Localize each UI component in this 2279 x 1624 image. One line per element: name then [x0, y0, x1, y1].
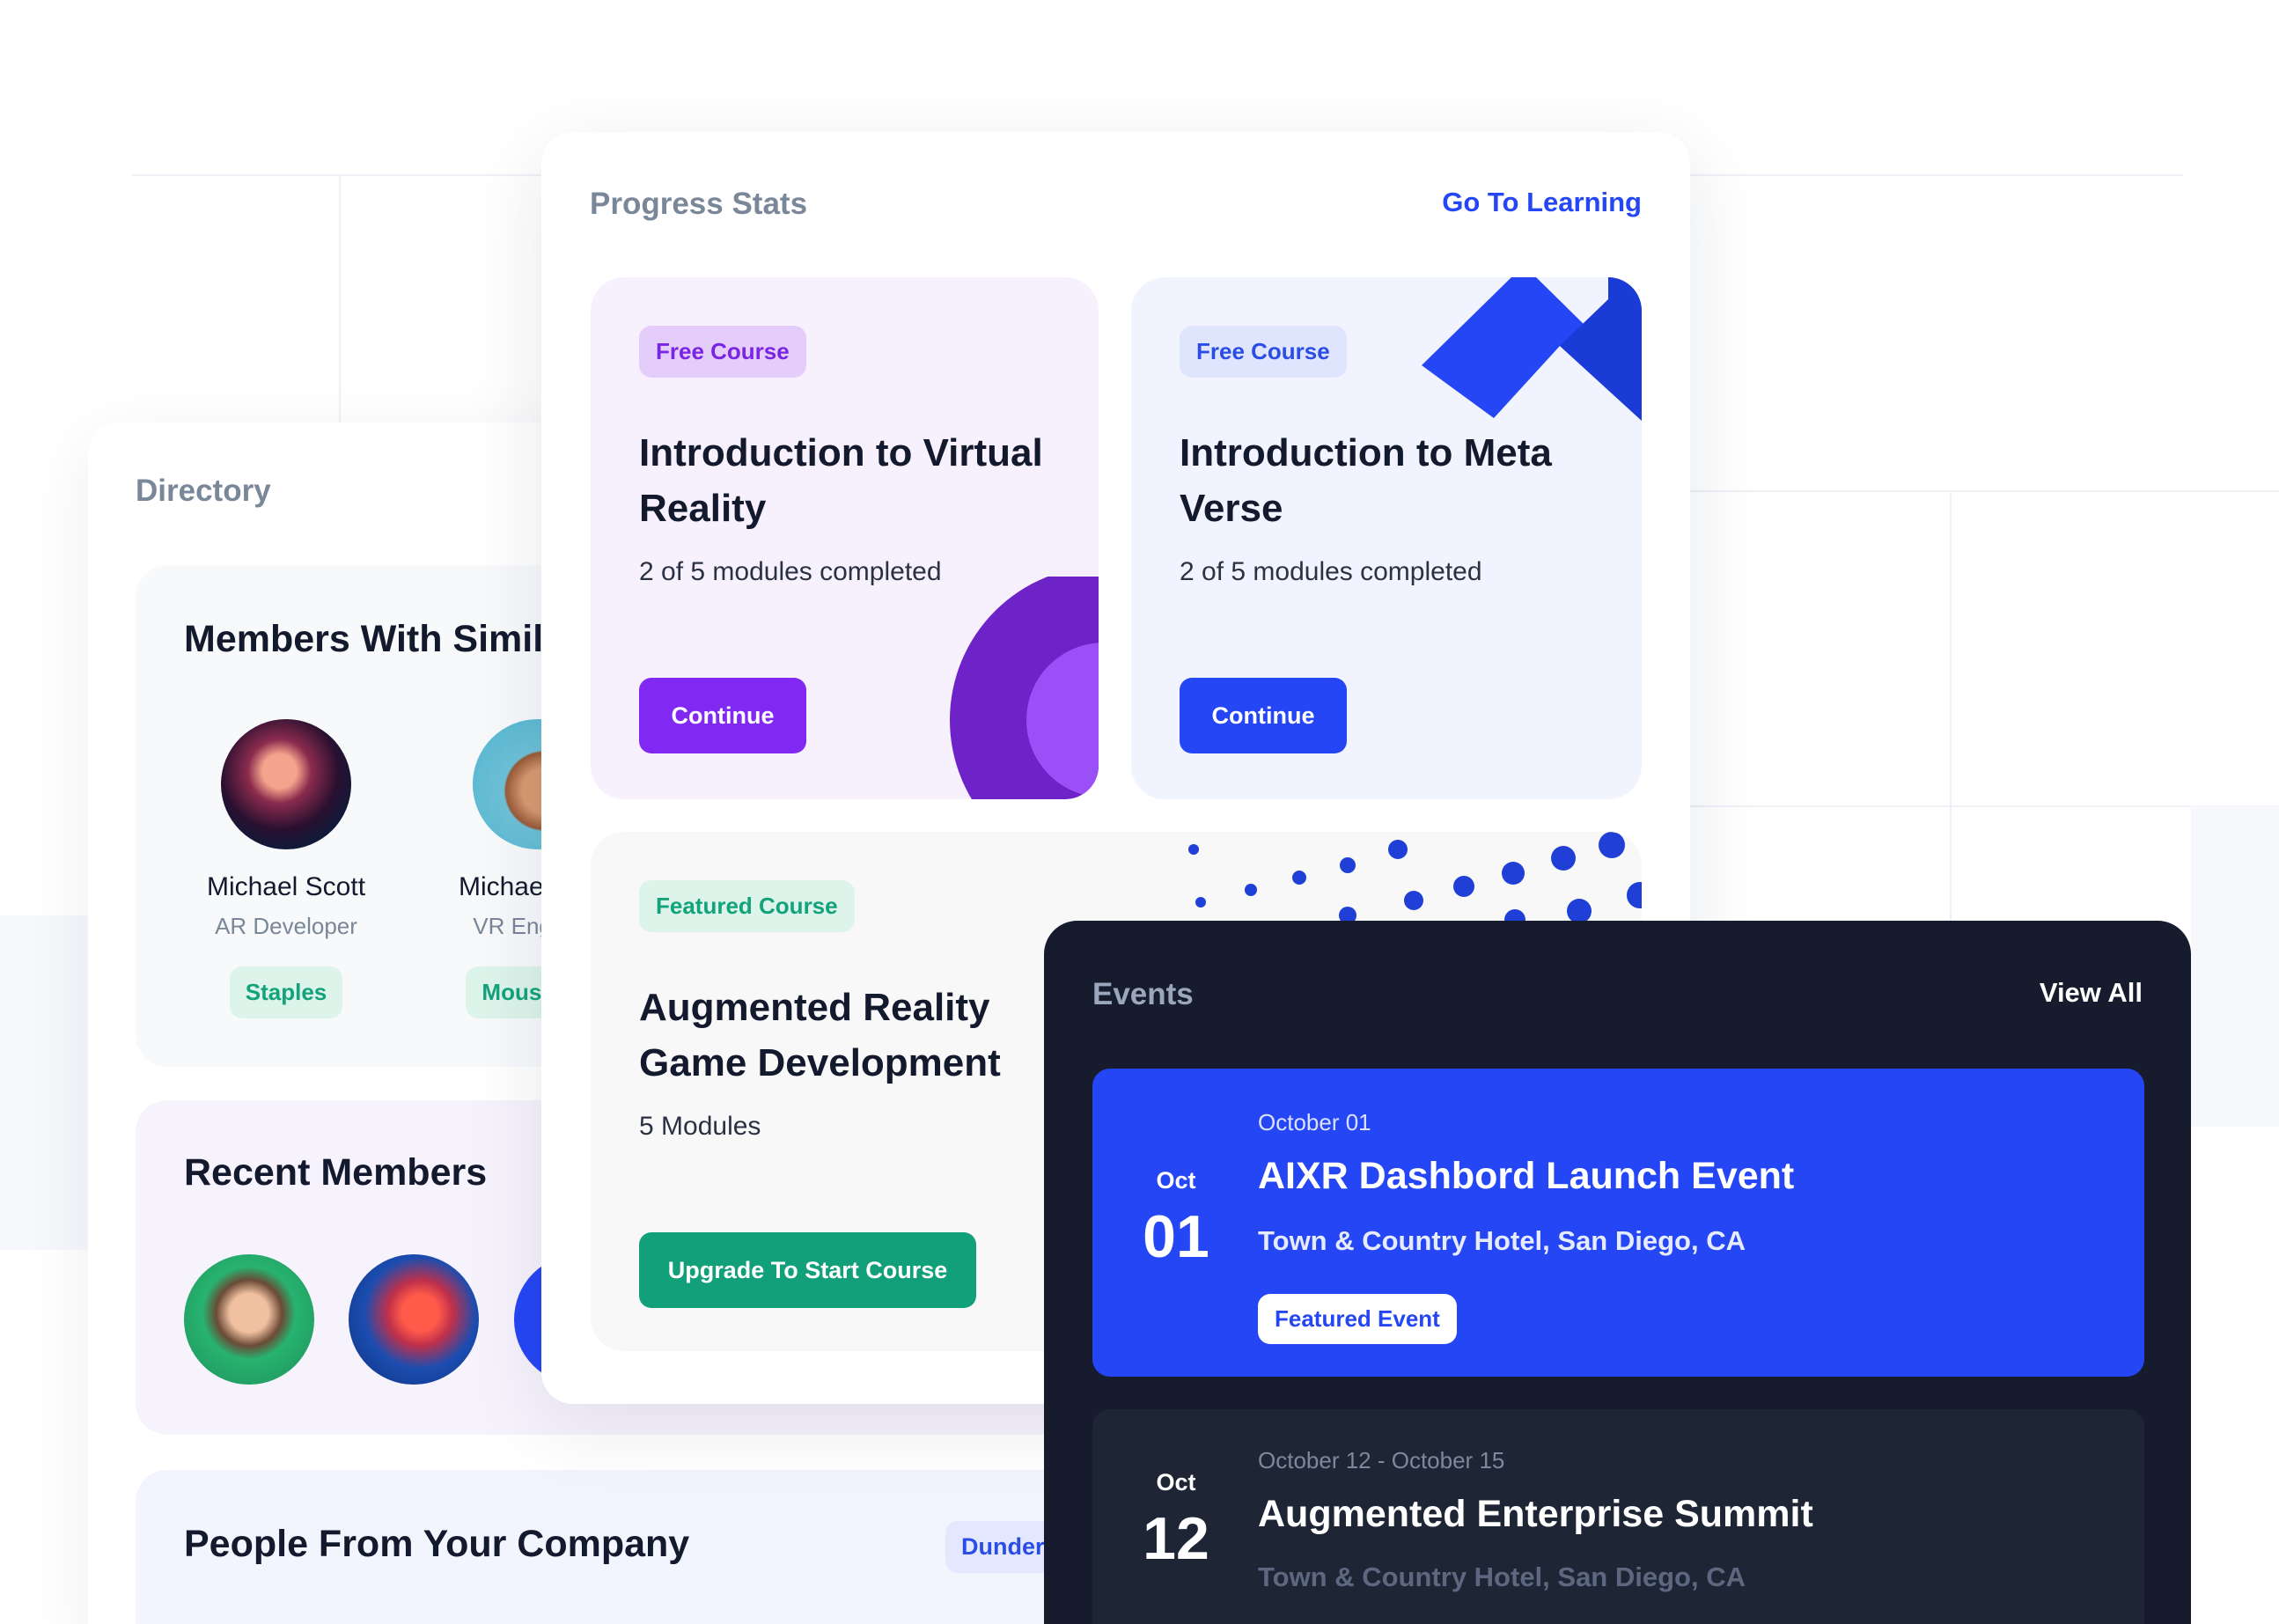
- view-all-link[interactable]: View All: [2040, 977, 2143, 1009]
- events-panel: Events View All Oct 01 October 01 AIXR D…: [1044, 921, 2191, 1624]
- course-progress: 2 of 5 modules completed: [1180, 557, 1482, 586]
- event-location: Town & Country Hotel, San Diego, CA: [1258, 1562, 1746, 1592]
- people-company-heading: People From Your Company: [184, 1523, 690, 1565]
- event-name[interactable]: AIXR Dashbord Launch Event: [1258, 1155, 1794, 1198]
- course-card: Free Course Introduction to Meta Verse 2…: [1131, 277, 1642, 799]
- progress-title: Progress Stats: [590, 187, 808, 221]
- course-tag: Free Course: [639, 326, 806, 378]
- background-grid-line: [1690, 490, 2279, 492]
- course-title: Introduction to Virtual Reality: [639, 431, 1043, 530]
- event-card[interactable]: Oct 01 October 01 AIXR Dashbord Launch E…: [1092, 1069, 2144, 1377]
- background-band: [2191, 805, 2279, 1127]
- events-title: Events: [1092, 977, 1194, 1011]
- course-card: Free Course Introduction to Virtual Real…: [591, 277, 1099, 799]
- background-band: [0, 915, 88, 1250]
- member-card[interactable]: Michael Scott AR Developer Staples: [176, 719, 396, 1018]
- go-to-learning-link[interactable]: Go To Learning: [1442, 187, 1642, 218]
- event-location: Town & Country Hotel, San Diego, CA: [1258, 1225, 1746, 1256]
- upgrade-button[interactable]: Upgrade To Start Course: [639, 1232, 976, 1308]
- dot-pattern-icon: [1188, 832, 1642, 929]
- directory-title: Directory: [136, 474, 271, 508]
- recent-members-heading: Recent Members: [184, 1151, 488, 1194]
- course-tag: Free Course: [1180, 326, 1347, 378]
- company-badge: Staples: [229, 966, 343, 1018]
- continue-button[interactable]: Continue: [1180, 678, 1347, 753]
- avatar[interactable]: [349, 1254, 479, 1385]
- event-day: 01: [1143, 1203, 1209, 1270]
- event-month: Oct: [1156, 1469, 1196, 1495]
- avatar[interactable]: [184, 1254, 314, 1385]
- ribbon-shape-icon: [1422, 277, 1642, 421]
- avatar[interactable]: [221, 719, 351, 849]
- featured-event-badge: Featured Event: [1258, 1294, 1457, 1344]
- course-title: Introduction to Meta Verse: [1180, 431, 1552, 530]
- event-date: October 01: [1258, 1109, 1371, 1135]
- course-progress: 2 of 5 modules completed: [639, 557, 942, 586]
- member-name[interactable]: Michael Scott: [176, 872, 396, 902]
- event-month: Oct: [1156, 1167, 1196, 1194]
- course-tag: Featured Course: [639, 880, 855, 932]
- background-grid-line: [339, 174, 341, 430]
- course-progress: 5 Modules: [639, 1112, 761, 1141]
- event-day: 12: [1143, 1505, 1209, 1572]
- background-grid-line: [1950, 490, 1952, 922]
- event-date: October 12 - October 15: [1258, 1447, 1505, 1473]
- continue-button[interactable]: Continue: [639, 678, 806, 753]
- course-title: Augmented Reality Game Development: [639, 986, 1001, 1084]
- event-card[interactable]: Oct 12 October 12 - October 15 Augmented…: [1092, 1409, 2144, 1624]
- member-role: AR Developer: [215, 913, 357, 939]
- event-name[interactable]: Augmented Enterprise Summit: [1258, 1493, 1813, 1536]
- half-circle-shape-icon: [950, 577, 1099, 799]
